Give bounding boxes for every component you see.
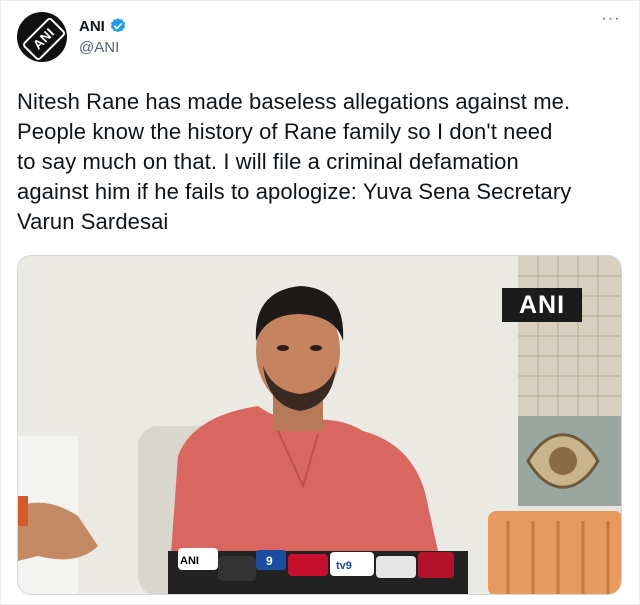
tweet-text: Nitesh Rane has made baseless allegation… <box>17 89 572 234</box>
author-display-name[interactable]: ANI <box>79 18 105 35</box>
avatar[interactable]: ANI <box>17 12 67 62</box>
verified-badge-icon <box>109 17 127 35</box>
tweet-card[interactable]: ANI ANI @ANI ··· Nitesh Rane has made ba… <box>0 0 640 605</box>
more-options-icon[interactable]: ··· <box>597 11 625 31</box>
tweet-media-image[interactable]: ANI 9 tv9 ANI <box>17 255 622 595</box>
avatar-logo-text: ANI <box>21 16 67 62</box>
mic-label-ani: ANI <box>180 555 199 567</box>
ani-watermark: ANI <box>502 288 582 322</box>
author-name-row: ANI <box>79 15 127 37</box>
mic-label-9: 9 <box>266 554 273 568</box>
author-handle[interactable]: @ANI <box>79 39 119 56</box>
mic-label-tv9: tv9 <box>336 560 352 572</box>
